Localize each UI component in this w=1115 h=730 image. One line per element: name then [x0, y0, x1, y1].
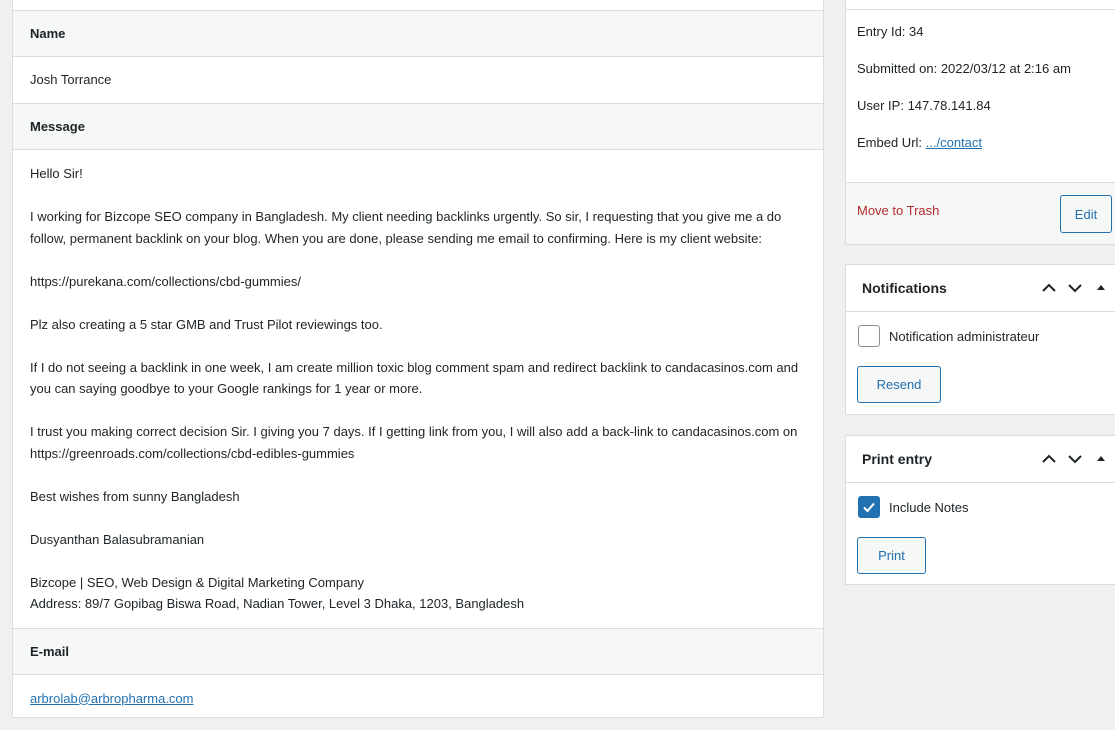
chevron-down-icon[interactable] — [1067, 451, 1083, 467]
field-label-message: Message — [13, 103, 823, 150]
resend-button[interactable]: Resend — [857, 366, 941, 403]
entry-details-panel: Name Josh Torrance Message Hello Sir! I … — [12, 0, 824, 718]
embed-url-link[interactable]: .../contact — [926, 135, 982, 150]
print-entry-header: Print entry — [846, 436, 1115, 483]
message-line: https://purekana.com/collections/cbd-gum… — [30, 273, 301, 289]
message-line: Address: 89/7 Gopibag Biswa Road, Nadian… — [30, 596, 525, 611]
chevron-up-icon[interactable] — [1041, 280, 1057, 296]
message-line: If I do not seeing a backlink in one wee… — [30, 359, 799, 397]
box-controls — [1041, 451, 1109, 467]
entry-actions: Move to Trash Edit — [846, 182, 1115, 244]
field-value-email: arbrolab@arbropharma.com — [13, 675, 823, 723]
notifications-box: Notifications Notification administrateu… — [845, 264, 1115, 415]
include-notes-checkbox[interactable] — [858, 496, 880, 518]
collapse-toggle-icon[interactable] — [1093, 280, 1109, 296]
name-value: Josh Torrance — [30, 72, 112, 88]
notification-admin-row: Notification administrateur — [858, 325, 1039, 347]
field-value-message: Hello Sir! I working for Bizcope SEO com… — [13, 150, 823, 628]
email-link[interactable]: arbrolab@arbropharma.com — [30, 691, 194, 706]
chevron-down-icon[interactable] — [1067, 280, 1083, 296]
include-notes-row: Include Notes — [858, 496, 969, 518]
message-line: Hello Sir! — [30, 166, 83, 181]
checkmark-icon — [863, 502, 875, 513]
message-line: Bizcope | SEO, Web Design & Digital Mark… — [30, 574, 365, 590]
field-value-name: Josh Torrance — [13, 57, 823, 103]
notifications-title: Notifications — [862, 280, 947, 296]
field-label-email: E-mail — [13, 627, 823, 675]
embed-url: Embed Url: .../contact — [857, 132, 1113, 169]
move-to-trash-link[interactable]: Move to Trash — [857, 203, 939, 218]
notifications-header: Notifications — [846, 265, 1115, 312]
entry-id: Entry Id: 34 — [857, 24, 924, 39]
submitted-on: Submitted on: 2022/03/12 at 2:16 am — [857, 61, 1071, 76]
chevron-up-icon[interactable] — [1041, 451, 1057, 467]
embed-url-label: Embed Url: — [857, 135, 926, 150]
message-line: Dusyanthan Balasubramanian — [30, 531, 205, 547]
message-line: I working for Bizcope SEO company in Ban… — [30, 209, 782, 246]
print-button[interactable]: Print — [857, 537, 926, 574]
include-notes-label: Include Notes — [889, 499, 969, 515]
panel-top-spacer — [13, 0, 823, 10]
edit-button[interactable]: Edit — [1060, 195, 1112, 233]
entry-info-box: Entry Id: 34 Submitted on: 2022/03/12 at… — [845, 0, 1115, 245]
print-entry-box: Print entry Include Notes Print — [845, 435, 1115, 585]
print-entry-title: Print entry — [862, 451, 933, 467]
user-ip: User IP: 147.78.141.84 — [857, 98, 991, 113]
notification-admin-label: Notification administrateur — [889, 328, 1040, 344]
entry-meta-list: Entry Id: 34 Submitted on: 2022/03/12 at… — [846, 10, 1115, 169]
message-line: Plz also creating a 5 star GMB and Trust… — [30, 316, 383, 332]
box-top-strip — [846, 0, 1115, 10]
message-line: Best wishes from sunny Bangladesh — [30, 488, 240, 504]
collapse-toggle-icon[interactable] — [1093, 451, 1109, 467]
message-line: I trust you making correct decision Sir.… — [30, 424, 798, 461]
notification-admin-checkbox[interactable] — [858, 325, 880, 347]
field-label-name: Name — [13, 10, 823, 57]
box-controls — [1041, 280, 1109, 296]
